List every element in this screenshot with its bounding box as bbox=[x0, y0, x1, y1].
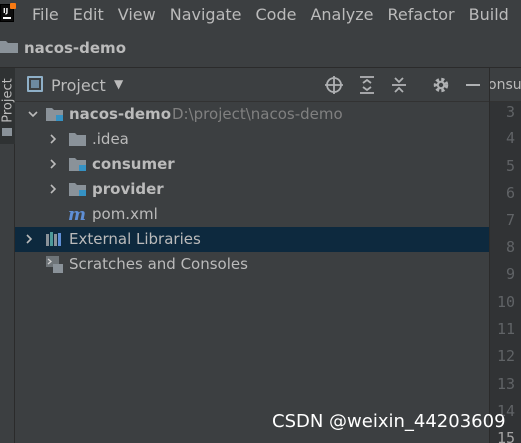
menu-file[interactable]: File bbox=[32, 5, 59, 24]
tree-label: .idea bbox=[92, 130, 129, 148]
tree-row-consumer[interactable]: consumer bbox=[15, 152, 489, 177]
tree-row-pom-xml[interactable]: m pom.xml bbox=[15, 202, 489, 227]
tree-label: consumer bbox=[92, 155, 175, 173]
locate-target-icon[interactable] bbox=[324, 75, 344, 95]
tree-row-scratches[interactable]: Scratches and Consoles bbox=[15, 252, 489, 277]
editor-tab-label: onsu bbox=[490, 77, 521, 93]
svg-text:m: m bbox=[68, 207, 86, 221]
module-folder-icon bbox=[69, 183, 86, 196]
intellij-logo-icon: IJ bbox=[0, 3, 16, 22]
line-number: 13 bbox=[496, 375, 515, 393]
menu-view[interactable]: View bbox=[118, 5, 156, 24]
line-number: 7 bbox=[505, 211, 515, 229]
menu-code[interactable]: Code bbox=[256, 5, 297, 24]
gear-icon[interactable] bbox=[431, 75, 451, 95]
line-number: 4 bbox=[505, 129, 515, 147]
tree-row-provider[interactable]: provider bbox=[15, 177, 489, 202]
project-panel: Project ▼ nacos-demo D:\project\nacos-de… bbox=[15, 68, 489, 443]
folder-icon bbox=[69, 133, 86, 146]
minimize-icon[interactable] bbox=[463, 75, 483, 95]
project-tool-tab-label: Project bbox=[0, 78, 16, 123]
menu-navigate[interactable]: Navigate bbox=[170, 5, 242, 24]
project-view-selector[interactable]: Project bbox=[51, 76, 106, 95]
tree-path: D:\project\nacos-demo bbox=[172, 105, 343, 123]
menu-items: File Edit View Navigate Code Analyze Ref… bbox=[32, 0, 521, 28]
tree-label: pom.xml bbox=[92, 205, 158, 223]
expand-all-icon[interactable] bbox=[357, 75, 377, 95]
breadcrumb-project[interactable]: nacos-demo bbox=[24, 39, 126, 57]
line-number: 8 bbox=[505, 238, 515, 256]
menu-analyze[interactable]: Analyze bbox=[310, 5, 373, 24]
tree-label: provider bbox=[92, 180, 164, 198]
folder-icon bbox=[0, 41, 18, 53]
line-number: 11 bbox=[496, 320, 515, 338]
navigation-bar: nacos-demo bbox=[0, 28, 521, 68]
chevron-right-icon[interactable] bbox=[24, 234, 34, 244]
tree-row-idea[interactable]: .idea bbox=[15, 127, 489, 152]
menu-bar: IJ File Edit View Navigate Code Analyze … bbox=[0, 0, 521, 28]
line-number: 12 bbox=[496, 347, 515, 365]
tree-label: nacos-demo bbox=[69, 105, 171, 123]
chevron-down-icon[interactable] bbox=[28, 109, 38, 119]
line-number: 5 bbox=[505, 157, 515, 175]
project-view-icon bbox=[27, 76, 43, 92]
editor-gutter: onsu 3 4 5 6 7 8 9 10 11 12 13 14 15 bbox=[489, 68, 521, 443]
collapse-all-icon[interactable] bbox=[389, 75, 409, 95]
line-number: 6 bbox=[505, 184, 515, 202]
maven-icon: m bbox=[68, 207, 86, 221]
tool-window-stripe: Project bbox=[0, 68, 16, 443]
editor-tab[interactable]: onsu bbox=[490, 68, 521, 102]
chevron-right-icon[interactable] bbox=[48, 184, 58, 194]
project-panel-header: Project ▼ bbox=[15, 68, 489, 102]
tree-label: Scratches and Consoles bbox=[69, 255, 248, 273]
chevron-right-icon[interactable] bbox=[48, 134, 58, 144]
chevron-right-icon[interactable] bbox=[48, 159, 58, 169]
menu-refactor[interactable]: Refactor bbox=[388, 5, 455, 24]
library-icon bbox=[46, 232, 61, 246]
module-folder-icon bbox=[69, 158, 86, 171]
line-number: 3 bbox=[505, 103, 515, 121]
folder-icon bbox=[2, 128, 12, 136]
watermark: CSDN @weixin_44203609 bbox=[272, 411, 506, 432]
scratches-icon bbox=[46, 256, 63, 273]
menu-edit[interactable]: Edit bbox=[73, 5, 104, 24]
line-number: 9 bbox=[505, 265, 515, 283]
tree-label: External Libraries bbox=[69, 230, 201, 248]
module-folder-icon bbox=[46, 108, 63, 121]
tree-row-nacos-demo[interactable]: nacos-demo D:\project\nacos-demo bbox=[15, 102, 489, 127]
menu-build[interactable]: Build bbox=[469, 5, 509, 24]
line-number: 10 bbox=[496, 293, 515, 311]
project-tool-tab[interactable]: Project bbox=[0, 68, 16, 144]
dropdown-arrow-icon[interactable]: ▼ bbox=[114, 77, 123, 91]
tree-row-external-libraries[interactable]: External Libraries bbox=[15, 227, 489, 252]
